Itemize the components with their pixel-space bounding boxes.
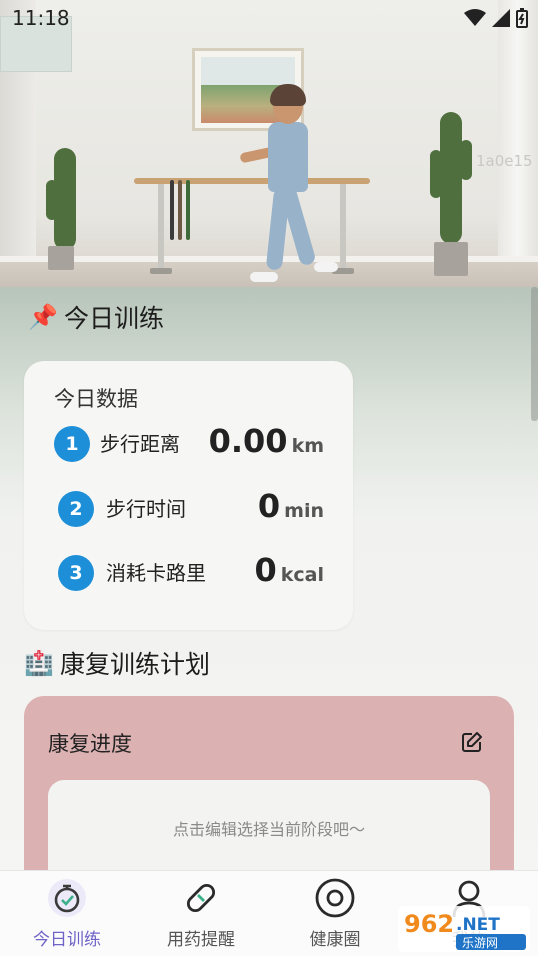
pot-right [434,242,468,276]
today-section-heading: 📌 今日训练 [26,299,164,335]
pill-icon [186,883,216,913]
woman-shoe [250,272,278,282]
today-data-title: 今日数据 [54,387,138,411]
today-data-card: 今日数据 1 步行距离 0.00 km 2 步行时间 0 min 3 消耗卡路里 0… [24,361,353,630]
nav-item-medication[interactable]: 用药提醒 [134,871,268,956]
edit-icon[interactable] [460,730,484,754]
wifi-icon [464,9,486,26]
plan-section-title: 康复训练计划 [60,650,211,679]
nav-label: 用药提醒 [167,930,235,950]
woman-body [268,122,308,192]
svg-text:乐游网: 乐游网 [462,936,498,950]
nav-label: 今日训练 [33,930,101,950]
stat-row-distance: 1 步行距离 0.00 km [54,422,324,464]
pushpin-icon: 📌 [28,303,58,331]
nav-label: 健康圈 [309,930,361,950]
rehab-progress-card[interactable]: 康复进度 点击编辑选择当前阶段吧～ [24,696,514,896]
stat-unit: min [284,500,324,522]
status-bar: 11:18 [0,0,538,36]
index-badge: 2 [58,491,94,527]
barre-base [150,268,172,274]
cactus-right-arm [460,140,472,180]
stat-label: 消耗卡路里 [106,561,206,585]
hero-banner-image: 1a0e15 [0,0,538,287]
barre-leg [158,184,164,272]
timer-check-icon [48,879,86,917]
stat-row-calories: 3 消耗卡路里 0 kcal [54,551,324,593]
cactus-left-arm [46,180,58,220]
stat-unit: kcal [280,564,324,586]
cactus-right [440,112,462,244]
stat-label: 步行距离 [100,432,180,456]
woman-shoe [314,262,338,272]
pot-left [48,246,74,270]
circle-target-icon [315,878,355,918]
cell-signal-icon [492,9,510,27]
stat-value: 0.00 [208,422,288,460]
status-icons [464,8,528,28]
status-time: 11:18 [12,6,70,30]
rehab-progress-title: 康复进度 [48,732,132,756]
watermark-text: 1a0e15 [476,152,533,170]
stat-row-time: 2 步行时间 0 min [54,487,324,529]
battery-icon [516,8,528,28]
barre-leg [340,184,346,272]
resistance-band [170,180,174,240]
stat-value-group: 0 min [258,487,324,525]
svg-text:.NET: .NET [456,915,500,935]
scrollbar[interactable] [531,287,538,421]
hero-curtain [498,0,538,262]
nav-item-today-training[interactable]: 今日训练 [0,871,134,956]
woman-hair [270,84,306,106]
index-badge: 3 [58,555,94,591]
stat-value: 0 [257,487,281,525]
resistance-band [186,180,190,240]
site-logo-962: 962 .NET 乐游网 [398,906,530,952]
rehab-stage-hint: 点击编辑选择当前阶段吧～ [172,820,365,839]
stat-label: 步行时间 [106,497,186,521]
stat-value-group: 0.00 km [209,422,324,460]
resistance-band [178,180,182,240]
svg-text:962: 962 [404,910,454,938]
nav-item-health-circle[interactable]: 健康圈 [268,871,402,956]
today-section-title: 今日训练 [64,304,165,333]
stat-value-group: 0 kcal [255,551,325,589]
stat-unit: km [291,435,324,457]
cactus-right-arm [430,150,442,198]
stat-value: 0 [254,551,277,589]
hospital-icon: 🏥 [24,649,54,677]
plan-section-heading: 🏥 康复训练计划 [22,645,210,681]
index-badge: 1 [54,426,90,462]
